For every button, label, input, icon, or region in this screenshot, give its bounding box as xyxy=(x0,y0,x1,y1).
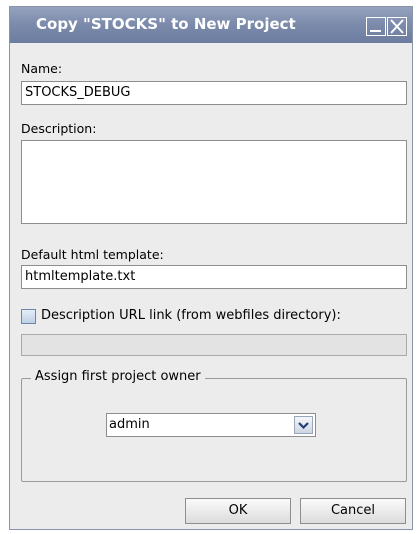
chevron-down-icon[interactable] xyxy=(294,416,313,434)
copy-project-dialog: Copy "STOCKS" to New Project Name: STOCK… xyxy=(9,6,413,530)
name-input[interactable]: STOCKS_DEBUG xyxy=(21,81,407,105)
title-bar[interactable]: Copy "STOCKS" to New Project xyxy=(10,7,412,43)
description-textarea[interactable] xyxy=(21,140,407,224)
minimize-icon[interactable] xyxy=(366,17,386,36)
owner-group-legend: Assign first project owner xyxy=(31,369,205,384)
dialog-title: Copy "STOCKS" to New Project xyxy=(36,15,296,33)
owner-select[interactable]: admin xyxy=(106,413,316,437)
url-link-checkbox-label[interactable]: Description URL link (from webfiles dire… xyxy=(41,308,341,323)
template-label: Default html template: xyxy=(21,247,164,262)
close-icon[interactable] xyxy=(387,17,407,36)
owner-select-value: admin xyxy=(109,417,150,432)
description-label: Description: xyxy=(21,121,97,136)
cancel-button[interactable]: Cancel xyxy=(300,498,406,524)
template-input[interactable]: htmltemplate.txt xyxy=(21,265,407,289)
url-link-input xyxy=(21,334,407,356)
ok-button[interactable]: OK xyxy=(185,498,291,524)
name-label: Name: xyxy=(21,61,63,76)
url-link-checkbox[interactable] xyxy=(21,309,36,324)
